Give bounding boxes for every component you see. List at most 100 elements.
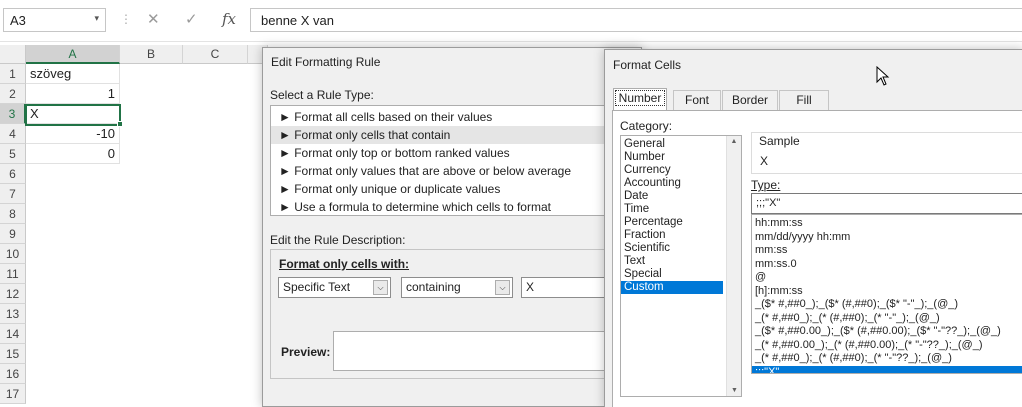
row-header-4[interactable]: 4: [0, 124, 26, 144]
name-box-value: A3: [10, 13, 26, 28]
rule-type-item[interactable]: ► Format only unique or duplicate values: [271, 180, 614, 198]
type-label: Type:: [751, 178, 781, 192]
type-item[interactable]: mm:ss: [752, 244, 1022, 258]
row-header-2[interactable]: 2: [0, 84, 26, 104]
formula-bar: A3 ▾ ⋮ ✕ ✓ fx benne X van: [0, 0, 1022, 42]
edit-rule-description-label: Edit the Rule Description:: [270, 233, 406, 247]
mouse-pointer-icon: [876, 65, 890, 86]
condition-type-value: Specific Text: [283, 280, 351, 294]
category-item[interactable]: Accounting: [621, 177, 723, 190]
type-item[interactable]: _(* #,##0.00_);_(* (#,##0.00);_(* "-"??_…: [752, 339, 1022, 353]
type-list: hh:mm:ss mm/dd/yyyy hh:mm mm:ss mm:ss.0 @ [h]…: [751, 214, 1022, 374]
category-item[interactable]: Custom: [621, 281, 723, 294]
type-item[interactable]: _(* #,##0_);_(* (#,##0);_(* "-"_);_(@_): [752, 312, 1022, 326]
sample-value: X: [760, 154, 769, 168]
tab-font[interactable]: Font: [673, 90, 721, 110]
rule-value-input[interactable]: X: [521, 277, 615, 298]
chevron-down-icon[interactable]: ▾: [94, 13, 99, 24]
category-item[interactable]: Time: [621, 203, 723, 216]
operator-select[interactable]: containing ⌵: [401, 277, 513, 298]
tab-number[interactable]: Number: [613, 88, 667, 111]
row-header-14[interactable]: 14: [0, 324, 26, 344]
active-cell-border: [25, 104, 121, 126]
chevron-down-icon[interactable]: ⌵: [373, 280, 388, 295]
row-header-15[interactable]: 15: [0, 344, 26, 364]
row-header-1[interactable]: 1: [0, 64, 26, 84]
category-label: Category:: [620, 119, 673, 133]
format-cells-dialog-title: Format Cells: [613, 58, 682, 72]
type-item[interactable]: @: [752, 271, 1022, 285]
preview-label: Preview:: [281, 345, 331, 359]
edit-rule-dialog-title: Edit Formatting Rule: [271, 55, 381, 69]
rule-type-item[interactable]: ► Format all cells based on their values: [271, 108, 614, 126]
category-item[interactable]: Currency: [621, 164, 723, 177]
select-rule-type-label: Select a Rule Type:: [270, 88, 374, 102]
enter-icon[interactable]: ✓: [185, 10, 198, 28]
category-list: General Number Currency Accounting Date Time P…: [620, 135, 742, 397]
row-header-6[interactable]: 6: [0, 164, 26, 184]
tab-border[interactable]: Border: [722, 90, 778, 110]
fill-handle[interactable]: [117, 121, 123, 127]
formula-input[interactable]: benne X van: [250, 8, 1022, 32]
row-header-9[interactable]: 9: [0, 224, 26, 244]
category-item[interactable]: Percentage: [621, 216, 723, 229]
row-header-3[interactable]: 3: [0, 104, 26, 124]
type-items: hh:mm:ss mm/dd/yyyy hh:mm mm:ss mm:ss.0 @ [h]…: [752, 215, 1022, 373]
row-header-5[interactable]: 5: [0, 144, 26, 164]
tab-fill[interactable]: Fill: [779, 90, 829, 110]
column-header-c[interactable]: C: [183, 45, 248, 64]
column-header-b[interactable]: B: [120, 45, 183, 64]
preview-box: [333, 331, 615, 371]
rule-type-item-selected[interactable]: ► Format only cells that contain: [271, 126, 614, 144]
scroll-up-icon[interactable]: ▲: [727, 138, 741, 145]
rule-type-item[interactable]: ► Use a formula to determine which cells…: [271, 198, 614, 216]
formula-bar-separator: ⋮: [120, 12, 132, 26]
row-header-13[interactable]: 13: [0, 304, 26, 324]
select-all-corner[interactable]: [0, 45, 26, 64]
mouse-cursor: [876, 65, 890, 86]
cancel-icon[interactable]: ✕: [147, 10, 160, 28]
row-header-17[interactable]: 17: [0, 384, 26, 404]
scroll-down-icon[interactable]: ▼: [727, 387, 742, 394]
type-item[interactable]: _($* #,##0.00_);_($* (#,##0.00);_($* "-"…: [752, 325, 1022, 339]
cell-a1[interactable]: szöveg: [26, 64, 120, 84]
format-only-cells-with-label: Format only cells with:: [279, 257, 410, 271]
insert-function-icon[interactable]: fx: [222, 10, 236, 28]
category-item[interactable]: Date: [621, 190, 723, 203]
type-input[interactable]: ;;;"X": [751, 193, 1022, 214]
row-header-10[interactable]: 10: [0, 244, 26, 264]
condition-type-select[interactable]: Specific Text ⌵: [278, 277, 391, 298]
category-item[interactable]: Fraction: [621, 229, 723, 242]
row-header-16[interactable]: 16: [0, 364, 26, 384]
rule-type-list: ► Format all cells based on their values…: [270, 105, 615, 216]
cell-a2[interactable]: 1: [26, 84, 120, 104]
chevron-down-icon[interactable]: ⌵: [495, 280, 510, 295]
type-item[interactable]: ;;;"X": [752, 365, 1022, 373]
cell-a5[interactable]: 0: [26, 144, 120, 164]
type-item[interactable]: [h]:mm:ss: [752, 285, 1022, 299]
row-header-12[interactable]: 12: [0, 284, 26, 304]
category-item[interactable]: Special: [621, 268, 723, 281]
row-header-11[interactable]: 11: [0, 264, 26, 284]
type-item[interactable]: mm/dd/yyyy hh:mm: [752, 231, 1022, 245]
sample-label: Sample: [757, 134, 802, 148]
rule-type-item[interactable]: ► Format only top or bottom ranked value…: [271, 144, 614, 162]
row-header-7[interactable]: 7: [0, 184, 26, 204]
category-item[interactable]: Scientific: [621, 242, 723, 255]
operator-value: containing: [406, 280, 461, 294]
category-items: General Number Currency Accounting Date Time P…: [621, 136, 741, 294]
row-header-8[interactable]: 8: [0, 204, 26, 224]
cell-a4[interactable]: -10: [26, 124, 120, 144]
type-item[interactable]: _(* #,##0_);_(* (#,##0);_(* "-"??_);_(@_…: [752, 352, 1022, 366]
category-scrollbar[interactable]: ▲ ▼: [726, 136, 741, 396]
category-item[interactable]: Text: [621, 255, 723, 268]
tab-number-label: Number: [614, 90, 666, 106]
category-item[interactable]: General: [621, 138, 723, 151]
type-item[interactable]: mm:ss.0: [752, 258, 1022, 272]
rule-type-item[interactable]: ► Format only values that are above or b…: [271, 162, 614, 180]
type-item[interactable]: _($* #,##0_);_($* (#,##0);_($* "-"_);_(@…: [752, 298, 1022, 312]
name-box[interactable]: A3 ▾: [3, 8, 106, 32]
column-header-a[interactable]: A: [26, 45, 120, 64]
category-item[interactable]: Number: [621, 151, 723, 164]
type-item[interactable]: hh:mm:ss: [752, 217, 1022, 231]
